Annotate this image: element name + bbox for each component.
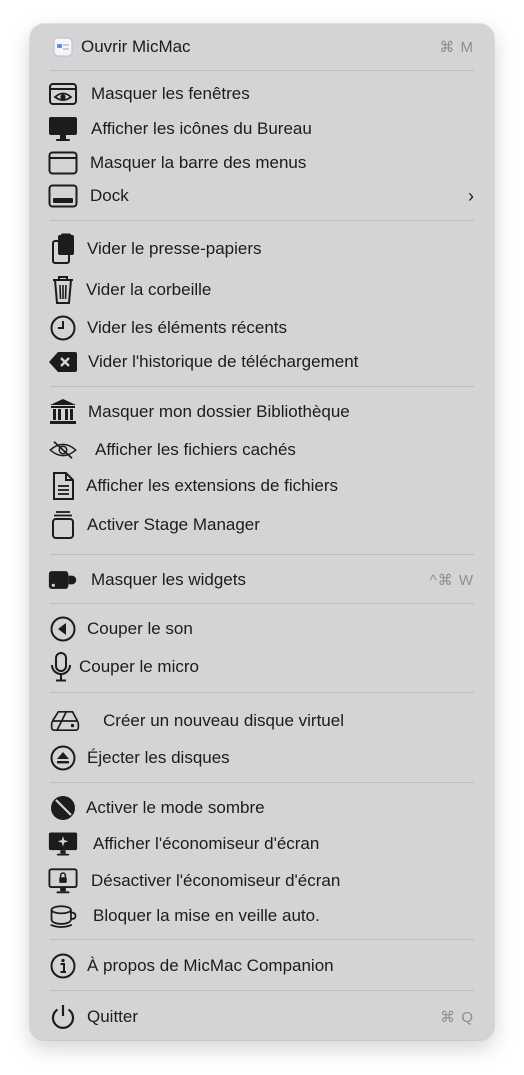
menu-item-label: Vider les éléments récents	[87, 318, 288, 337]
menu-item-label: Afficher les fichiers cachés	[95, 440, 296, 459]
separator	[50, 782, 474, 783]
menu-item-label: Couper le micro	[79, 657, 199, 676]
menu-item-hide-widgets[interactable]: Masquer les widgets ^⌘ W	[30, 564, 494, 596]
menu-item-label: Masquer la barre des menus	[90, 153, 307, 172]
window-icon	[48, 148, 78, 178]
separator	[50, 939, 474, 940]
app-icon	[48, 32, 78, 62]
separator	[50, 220, 474, 221]
shortcut-label: ⌘ M	[439, 39, 474, 56]
menu-item-open-micmac[interactable]: Ouvrir MicMac ⌘ M	[30, 31, 494, 63]
menu-item-label: Afficher l'économiseur d'écran	[93, 834, 320, 853]
menu-item-empty-trash[interactable]: Vider la corbeille	[30, 274, 494, 306]
monitor-icon	[48, 114, 78, 144]
menu-item-show-extensions[interactable]: Afficher les extensions de fichiers	[30, 470, 494, 502]
drive-icon	[50, 706, 80, 736]
menu-item-dark-mode[interactable]: Activer le mode sombre	[30, 792, 494, 824]
menu-item-label: Vider le presse-papiers	[87, 239, 262, 258]
trash-icon	[48, 275, 78, 305]
stage-manager-icon	[48, 510, 78, 540]
clipboard-icon	[48, 233, 78, 264]
delete-icon	[48, 347, 78, 377]
menu-item-label: Vider la corbeille	[86, 280, 212, 299]
menu-item-about[interactable]: À propos de MicMac Companion	[30, 950, 494, 982]
menu-item-clear-recents[interactable]: Vider les éléments récents	[30, 312, 494, 344]
menu-item-new-ram-disk[interactable]: Créer un nouveau disque virtuel	[30, 705, 494, 737]
menu-item-eject-disks[interactable]: Éjecter les disques	[30, 742, 494, 774]
library-icon	[48, 397, 78, 427]
menu-item-label: Couper le son	[87, 619, 193, 638]
menu-item-label: Éjecter les disques	[87, 748, 230, 767]
microphone-icon	[46, 652, 76, 682]
menu-item-label: À propos de MicMac Companion	[87, 956, 334, 975]
menu-item-mute-sound[interactable]: Couper le son	[30, 613, 494, 645]
menu-item-stage-manager[interactable]: Activer Stage Manager	[30, 509, 494, 541]
power-icon	[48, 1002, 78, 1032]
separator	[50, 692, 474, 693]
menu-item-clear-downloads[interactable]: Vider l'historique de téléchargement	[30, 346, 494, 378]
menu-item-label: Afficher les icônes du Bureau	[91, 119, 312, 138]
separator	[50, 554, 474, 555]
menu-item-label: Vider l'historique de téléchargement	[88, 352, 359, 371]
document-icon	[48, 471, 78, 501]
dock-icon	[48, 181, 78, 211]
separator	[50, 603, 474, 604]
menu-item-label: Afficher les extensions de fichiers	[86, 476, 338, 495]
menu-item-label: Activer le mode sombre	[86, 798, 265, 817]
menu-item-dock[interactable]: Dock ›	[30, 180, 494, 212]
menu-item-label: Activer Stage Manager	[87, 515, 260, 534]
menu-item-label: Masquer les widgets	[91, 570, 246, 589]
shortcut-label: ⌘ Q	[440, 1009, 474, 1026]
menu-item-label: Créer un nouveau disque virtuel	[103, 711, 344, 730]
clock-icon	[48, 313, 78, 343]
info-icon	[48, 951, 78, 981]
menu-item-hide-windows[interactable]: Masquer les fenêtres	[30, 78, 494, 110]
menu-item-label: Ouvrir MicMac	[81, 37, 191, 56]
menu-item-hide-library[interactable]: Masquer mon dossier Bibliothèque	[30, 396, 494, 428]
menu-item-show-desktop-icons[interactable]: Afficher les icônes du Bureau	[30, 113, 494, 145]
menu-item-label: Désactiver l'économiseur d'écran	[91, 871, 341, 890]
screensaver-icon	[48, 829, 78, 859]
eye-window-icon	[48, 79, 78, 109]
coffee-cup-icon	[48, 901, 78, 931]
menu-item-show-screensaver[interactable]: Afficher l'économiseur d'écran	[30, 828, 494, 860]
menu-item-label: Masquer mon dossier Bibliothèque	[88, 402, 350, 421]
separator	[50, 386, 474, 387]
widgets-icon	[48, 565, 78, 595]
menu-item-label: Quitter	[87, 1007, 139, 1026]
eye-slash-icon	[48, 435, 78, 465]
menu-item-quit[interactable]: Quitter ⌘ Q	[30, 1001, 494, 1033]
eject-icon	[48, 743, 78, 773]
menu-item-label: Masquer les fenêtres	[91, 84, 250, 103]
menu-item-hide-menu-bar[interactable]: Masquer la barre des menus	[30, 147, 494, 179]
menu-item-prevent-sleep[interactable]: Bloquer la mise en veille auto.	[30, 900, 494, 932]
shortcut-label: ^⌘ W	[429, 572, 474, 589]
menu-item-show-hidden-files[interactable]: Afficher les fichiers cachés	[30, 434, 494, 466]
menu-item-label: Bloquer la mise en veille auto.	[93, 906, 320, 925]
speaker-icon	[48, 614, 78, 644]
menu-item-label: Dock	[90, 186, 129, 205]
menu-item-clear-clipboard[interactable]: Vider le presse-papiers	[30, 233, 494, 265]
chevron-right-icon: ›	[468, 185, 474, 206]
context-menu: Ouvrir MicMac ⌘ M Masquer les fenêtres A…	[30, 24, 494, 1040]
separator	[50, 70, 474, 71]
menu-item-disable-screensaver[interactable]: Désactiver l'économiseur d'écran	[30, 865, 494, 897]
separator	[50, 990, 474, 991]
screen-lock-icon	[48, 866, 78, 896]
menu-item-mute-mic[interactable]: Couper le micro	[30, 651, 494, 683]
dark-mode-icon	[48, 793, 78, 823]
